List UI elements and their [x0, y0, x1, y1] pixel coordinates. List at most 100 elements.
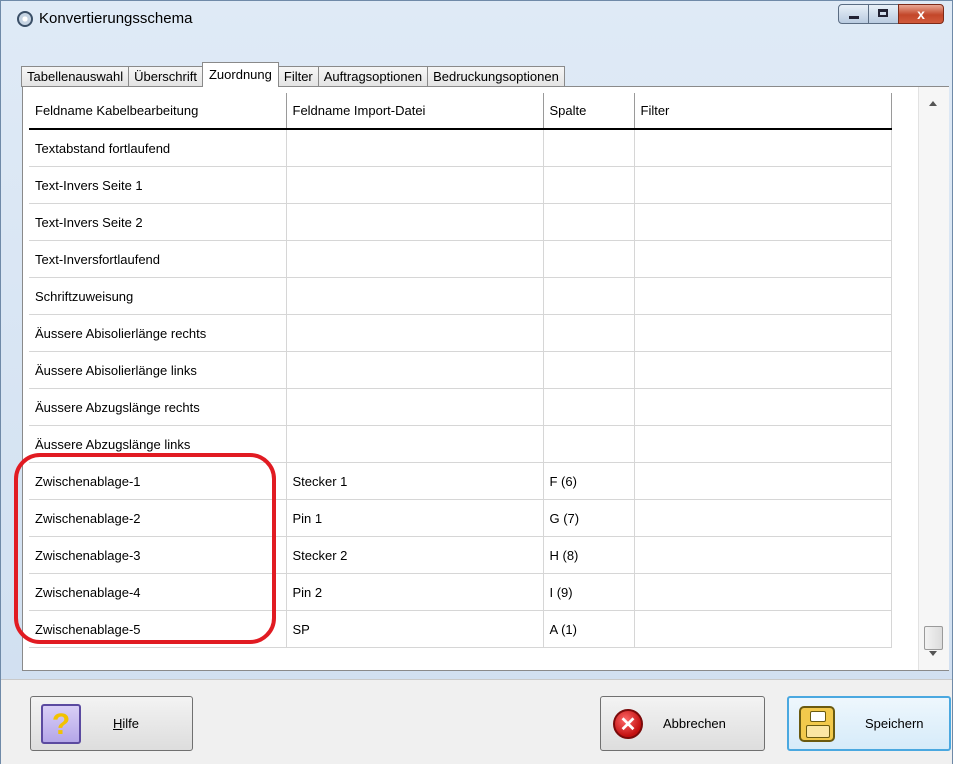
- cell-feldname[interactable]: Äussere Abzugslänge links: [29, 425, 287, 463]
- mapping-grid-panel: Feldname Kabelbearbeitung Feldname Impor…: [22, 86, 949, 671]
- table-row[interactable]: Schriftzuweisung: [29, 277, 892, 315]
- cell-import-field[interactable]: [286, 388, 544, 426]
- tab-filter[interactable]: Filter: [277, 66, 319, 87]
- cell-import-field[interactable]: [286, 277, 544, 315]
- cell-feldname[interactable]: Text-Invers Seite 1: [29, 166, 287, 204]
- table-row[interactable]: Zwischenablage-5 SP A (1): [29, 610, 892, 648]
- cell-spalte[interactable]: [543, 351, 635, 389]
- cancel-button[interactable]: ✕ Abbrechen: [600, 696, 765, 751]
- cell-spalte[interactable]: [543, 314, 635, 352]
- close-button[interactable]: x: [898, 4, 944, 24]
- table-row[interactable]: Zwischenablage-2 Pin 1G (7): [29, 499, 892, 537]
- scroll-down-arrow-icon[interactable]: [929, 651, 937, 656]
- table-row[interactable]: Text-Inversfortlaufend: [29, 240, 892, 278]
- column-header-feldname-kabelbearbeitung[interactable]: Feldname Kabelbearbeitung: [29, 93, 287, 130]
- cell-filter[interactable]: [634, 536, 892, 574]
- cell-import-field[interactable]: [286, 129, 544, 167]
- cell-spalte[interactable]: A (1): [543, 610, 635, 648]
- cell-filter[interactable]: [634, 351, 892, 389]
- cell-spalte[interactable]: [543, 425, 635, 463]
- table-row[interactable]: Zwischenablage-3 Stecker 2H (8): [29, 536, 892, 574]
- maximize-button[interactable]: [868, 4, 899, 24]
- cell-spalte[interactable]: G (7): [543, 499, 635, 537]
- cell-feldname[interactable]: Äussere Abisolierlänge links: [29, 351, 287, 389]
- cell-feldname[interactable]: Äussere Abisolierlänge rechts: [29, 314, 287, 352]
- cell-filter[interactable]: [634, 499, 892, 537]
- cell-import-field[interactable]: Stecker 2: [286, 536, 544, 574]
- cell-import-field[interactable]: [286, 351, 544, 389]
- help-button[interactable]: ? Hilfe: [30, 696, 193, 751]
- cell-feldname[interactable]: Schriftzuweisung: [29, 277, 287, 315]
- cell-import-field[interactable]: [286, 203, 544, 241]
- save-button[interactable]: Speichern: [787, 696, 951, 751]
- cell-feldname[interactable]: Zwischenablage-4: [29, 573, 287, 611]
- cell-filter[interactable]: [634, 166, 892, 204]
- scroll-up-arrow-icon[interactable]: [929, 101, 937, 106]
- help-button-label: Hilfe: [113, 716, 139, 731]
- column-header-spalte[interactable]: Spalte: [543, 93, 635, 130]
- tab-auftragsoptionen[interactable]: Auftragsoptionen: [317, 66, 429, 87]
- cell-import-field[interactable]: SP: [286, 610, 544, 648]
- cell-filter[interactable]: [634, 573, 892, 611]
- dialog-window: Konvertierungsschema x Tabellenauswahl Ü…: [0, 0, 953, 764]
- cell-feldname[interactable]: Zwischenablage-3: [29, 536, 287, 574]
- cell-import-field[interactable]: [286, 425, 544, 463]
- cell-spalte[interactable]: I (9): [543, 573, 635, 611]
- cell-import-field[interactable]: Pin 1: [286, 499, 544, 537]
- cell-spalte[interactable]: F (6): [543, 462, 635, 500]
- cell-spalte[interactable]: [543, 240, 635, 278]
- window-title: Konvertierungsschema: [39, 10, 193, 27]
- minimize-button[interactable]: [838, 4, 869, 24]
- table-row[interactable]: Zwischenablage-4 Pin 2I (9): [29, 573, 892, 611]
- tab-zuordnung[interactable]: Zuordnung: [201, 62, 279, 87]
- cell-import-field[interactable]: Stecker 1: [286, 462, 544, 500]
- cell-spalte[interactable]: [543, 277, 635, 315]
- table-row[interactable]: Äussere Abzugslänge links: [29, 425, 892, 463]
- column-header-feldname-import-datei[interactable]: Feldname Import-Datei: [286, 93, 544, 130]
- cell-filter[interactable]: [634, 462, 892, 500]
- table-row[interactable]: Textabstand fortlaufend: [29, 129, 892, 167]
- cell-import-field[interactable]: [286, 314, 544, 352]
- title-bar[interactable]: Konvertierungsschema x: [1, 1, 952, 37]
- table-row[interactable]: Äussere Abisolierlänge links: [29, 351, 892, 389]
- cell-spalte[interactable]: [543, 203, 635, 241]
- column-header-filter[interactable]: Filter: [634, 93, 892, 130]
- cell-feldname[interactable]: Text-Invers Seite 2: [29, 203, 287, 241]
- cell-import-field[interactable]: [286, 240, 544, 278]
- cell-feldname[interactable]: Textabstand fortlaufend: [29, 129, 287, 167]
- table-row[interactable]: Äussere Abzugslänge rechts: [29, 388, 892, 426]
- help-label-rest: ilfe: [122, 716, 140, 731]
- cell-filter[interactable]: [634, 203, 892, 241]
- floppy-slot: [810, 710, 826, 722]
- cell-import-field[interactable]: [286, 166, 544, 204]
- cell-feldname[interactable]: Zwischenablage-2: [29, 499, 287, 537]
- scroll-thumb[interactable]: [924, 626, 943, 650]
- cell-spalte[interactable]: [543, 129, 635, 167]
- table-row[interactable]: Äussere Abisolierlänge rechts: [29, 314, 892, 352]
- cell-filter[interactable]: [634, 277, 892, 315]
- cell-feldname[interactable]: Zwischenablage-5: [29, 610, 287, 648]
- cell-filter[interactable]: [634, 129, 892, 167]
- table-row[interactable]: Text-Invers Seite 2: [29, 203, 892, 241]
- tab-ueberschrift[interactable]: Überschrift: [128, 66, 203, 87]
- table-row[interactable]: Zwischenablage-1 Stecker 1F (6): [29, 462, 892, 500]
- cell-feldname[interactable]: Zwischenablage-1: [29, 462, 287, 500]
- cell-spalte[interactable]: [543, 388, 635, 426]
- cell-feldname[interactable]: Äussere Abzugslänge rechts: [29, 388, 287, 426]
- tab-strip: Tabellenauswahl Überschrift Zuordnung Fi…: [21, 62, 565, 87]
- cell-import-field[interactable]: Pin 2: [286, 573, 544, 611]
- cell-spalte[interactable]: [543, 166, 635, 204]
- tab-bedruckungsoptionen[interactable]: Bedruckungsoptionen: [427, 66, 565, 87]
- cell-filter[interactable]: [634, 314, 892, 352]
- cell-feldname[interactable]: Text-Inversfortlaufend: [29, 240, 287, 278]
- cell-spalte[interactable]: H (8): [543, 536, 635, 574]
- help-mnemonic: H: [113, 716, 123, 731]
- cell-filter[interactable]: [634, 240, 892, 278]
- cell-filter[interactable]: [634, 425, 892, 463]
- cell-filter[interactable]: [634, 388, 892, 426]
- maximize-icon: [878, 9, 888, 17]
- vertical-scrollbar[interactable]: [918, 87, 949, 670]
- table-row[interactable]: Text-Invers Seite 1: [29, 166, 892, 204]
- tab-tabellenauswahl[interactable]: Tabellenauswahl: [21, 66, 130, 87]
- cell-filter[interactable]: [634, 610, 892, 648]
